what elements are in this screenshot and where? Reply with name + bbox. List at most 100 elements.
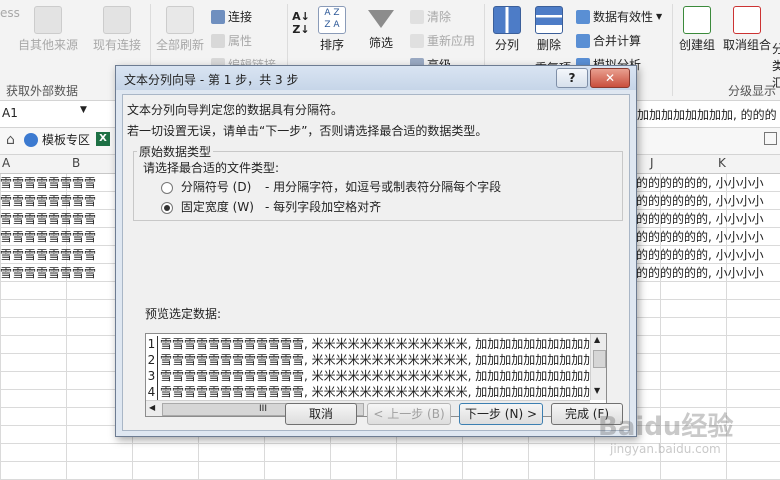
properties-icon	[211, 33, 225, 48]
ungroup-button[interactable]: 取消组合	[723, 6, 771, 53]
preview-row: 1 雪雪雪雪雪雪雪雪雪雪雪雪, 米米米米米米米米米米米米米, 加加加加加加加加加加…	[146, 336, 607, 352]
preview-row-number: 2	[146, 352, 158, 368]
refresh-icon	[166, 6, 194, 34]
cell-right[interactable]: 的的的的的的, 小小小小	[636, 228, 780, 246]
restore-icon[interactable]	[764, 132, 777, 145]
back-button-label: < 上一步 (B)	[373, 407, 445, 421]
close-icon: ✕	[604, 71, 616, 85]
preview-row-number: 3	[146, 368, 158, 384]
cell-left[interactable]: 雪雪雪雪雪雪雪雪	[0, 246, 118, 264]
consolidate-label: 合并计算	[593, 34, 642, 48]
reapply-button[interactable]: 重新应用	[410, 32, 475, 49]
group-label: 创建组	[679, 38, 716, 52]
formula-input[interactable]: 加加加加加加加加, 的的的	[637, 106, 777, 123]
preview-vertical-scrollbar[interactable]: ▲ ▼	[590, 334, 606, 400]
radio-delimited[interactable]: 分隔符号 (D) - 用分隔字符，如逗号或制表符分隔每个字段	[161, 178, 501, 195]
column-header-a[interactable]: A	[2, 156, 10, 170]
cell-right[interactable]: 的的的的的的, 小小小小	[636, 246, 780, 264]
cell-left[interactable]: 雪雪雪雪雪雪雪雪	[0, 228, 118, 246]
cancel-button[interactable]: 取消	[285, 403, 357, 425]
cell-right[interactable]: 的的的的的的, 小小小小	[636, 174, 780, 192]
name-box-dropdown-icon[interactable]: ▼	[80, 105, 87, 115]
home-icon[interactable]: ⌂	[6, 132, 15, 148]
watermark-url: jingyan.baidu.com	[610, 442, 721, 456]
sort-az-icon: A↓ Z↓	[292, 10, 310, 36]
group-button[interactable]: 创建组	[679, 6, 715, 53]
data-validation-icon	[576, 9, 590, 24]
excel-icon[interactable]: X	[96, 132, 110, 146]
text-to-columns-label: 分列	[494, 38, 519, 52]
scroll-grip-icon: III	[259, 404, 267, 414]
preview-row-text: 雪雪雪雪雪雪雪雪雪雪雪雪, 米米米米米米米米米米米米米, 加加加加加加加加加加加…	[160, 353, 607, 367]
text-to-columns-button[interactable]: 分列	[493, 6, 521, 53]
radio-fixed-width[interactable]: 固定宽度 (W) - 每列字段加空格对齐	[161, 198, 381, 215]
filter-button[interactable]: 筛选	[368, 6, 394, 51]
existing-connections-button[interactable]: 现有连接	[93, 6, 141, 53]
from-other-sources-label: 自其他来源	[18, 38, 79, 52]
preview-row-number: 4	[146, 384, 158, 400]
reapply-icon	[410, 33, 424, 48]
scroll-up-icon[interactable]: ▲	[594, 335, 600, 344]
sort-button[interactable]: A ZZ A 排序	[318, 6, 346, 53]
tab-template-area[interactable]: 模板专区	[24, 131, 90, 148]
radio-delimited-indicator[interactable]	[161, 181, 173, 194]
back-button[interactable]: < 上一步 (B)	[367, 403, 451, 425]
dialog-title-bar[interactable]: 文本分列向导 - 第 1 步，共 3 步 ? ✕	[116, 66, 636, 90]
connections-button[interactable]: 连接	[211, 8, 252, 25]
watermark-brand: Baidu经验	[598, 412, 734, 442]
cell-right[interactable]: 的的的的的的, 小小小小	[636, 210, 780, 228]
data-validation-button[interactable]: 数据有效性 ▼	[576, 8, 662, 25]
template-tab-label: 模板专区	[42, 133, 91, 147]
dialog-body: 文本分列向导判定您的数据具有分隔符。 若一切设置无误，请单击“下一步”，否则请选…	[122, 94, 630, 431]
cell-left[interactable]: 雪雪雪雪雪雪雪雪	[0, 192, 118, 210]
refresh-all-button[interactable]: 全部刷新	[156, 6, 204, 53]
cell-left[interactable]: 雪雪雪雪雪雪雪雪	[0, 264, 118, 282]
group-icon	[683, 6, 711, 34]
cancel-button-label: 取消	[308, 407, 333, 421]
preview-row-text: 雪雪雪雪雪雪雪雪雪雪雪雪, 米米米米米米米米米米米米米, 加加加加加加加加加加加…	[160, 369, 607, 383]
scroll-down-icon[interactable]: ▼	[594, 386, 600, 395]
radio-fixed-width-desc: - 每列字段加空格对齐	[265, 200, 382, 214]
radio-fixed-width-label: 固定宽度 (W)	[180, 200, 254, 214]
name-box[interactable]: A1	[2, 106, 18, 120]
sort-az-button[interactable]: A↓ Z↓	[292, 10, 310, 36]
column-header-b[interactable]: B	[72, 156, 80, 170]
group-label-external-data: 获取外部数据	[6, 84, 79, 98]
clear-label: 清除	[427, 10, 452, 24]
baidu-watermark: Baidu经验 jingyan.baidu.com	[590, 406, 780, 466]
preview-row-text: 雪雪雪雪雪雪雪雪雪雪雪雪, 米米米米米米米米米米米米米, 加加加加加加加加加加加…	[160, 337, 607, 351]
refresh-all-label: 全部刷新	[156, 38, 205, 52]
consolidate-button[interactable]: 合并计算	[576, 32, 641, 49]
help-button[interactable]: ?	[556, 68, 588, 88]
next-button[interactable]: 下一步 (N) >	[459, 403, 543, 425]
cell-left[interactable]: 雪雪雪雪雪雪雪雪	[0, 210, 118, 228]
radio-fixed-width-indicator[interactable]	[161, 201, 173, 214]
ribbon-partial-label: ess	[0, 6, 20, 20]
radio-delimited-label: 分隔符号 (D)	[180, 180, 252, 194]
reapply-label: 重新应用	[427, 34, 476, 48]
text-to-columns-wizard-dialog: 文本分列向导 - 第 1 步，共 3 步 ? ✕ 文本分列向导判定您的数据具有分…	[115, 65, 637, 437]
from-other-sources-button[interactable]: 自其他来源	[18, 6, 78, 53]
ungroup-icon	[733, 6, 761, 34]
properties-button[interactable]: 属性	[211, 32, 252, 49]
cell-right[interactable]: 的的的的的的, 小小小小	[636, 192, 780, 210]
preview-row: 2 雪雪雪雪雪雪雪雪雪雪雪雪, 米米米米米米米米米米米米米, 加加加加加加加加加加…	[146, 352, 607, 368]
column-header-j[interactable]: J	[650, 156, 654, 170]
wizard-instruction-text: 若一切设置无误，请单击“下一步”，否则请选择最合适的数据类型。	[127, 124, 488, 138]
vertical-scroll-thumb[interactable]	[593, 350, 606, 368]
ribbon-separator	[672, 4, 673, 96]
cell-right[interactable]: 的的的的的的, 小小小小	[636, 264, 780, 282]
preview-row-number: 1	[146, 336, 158, 352]
next-button-label: 下一步 (N) >	[464, 407, 538, 421]
scroll-left-icon[interactable]: ◀	[149, 403, 155, 412]
close-button[interactable]: ✕	[590, 68, 630, 88]
radio-delimited-desc: - 用分隔字符，如逗号或制表符分隔每个字段	[265, 180, 502, 194]
filter-label: 筛选	[368, 36, 393, 50]
text-to-columns-icon	[493, 6, 521, 34]
column-header-k[interactable]: K	[718, 156, 726, 170]
clear-filter-button[interactable]: 清除	[410, 8, 451, 25]
remove-duplicates-button[interactable]: 删除	[535, 6, 563, 53]
remove-duplicates-icon	[535, 6, 563, 34]
sort-icon: A ZZ A	[318, 6, 346, 34]
cell-left[interactable]: 雪雪雪雪雪雪雪雪	[0, 174, 118, 192]
